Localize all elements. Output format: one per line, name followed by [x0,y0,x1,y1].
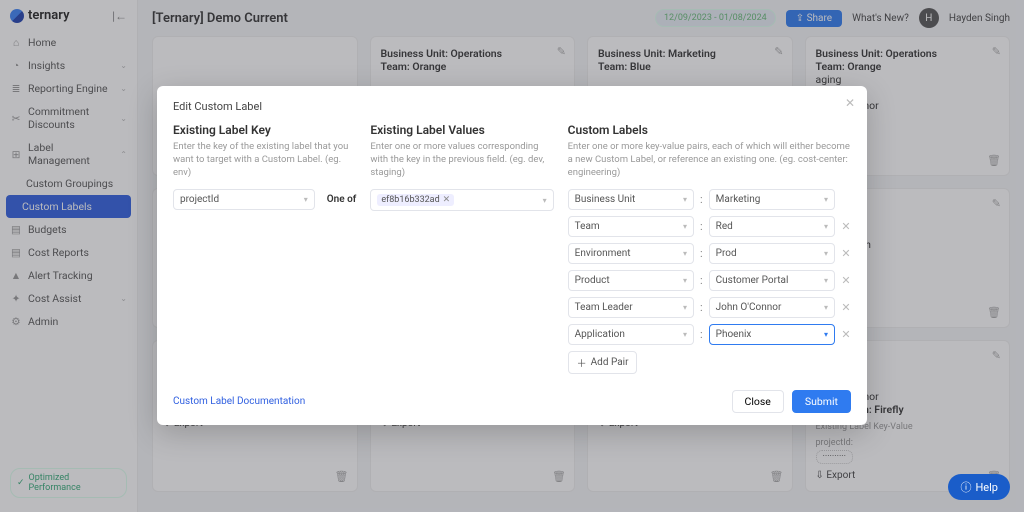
pair-value-select[interactable]: John O'Connor▾ [709,297,835,318]
chevron-down-icon: ▾ [824,195,828,204]
pair-value-select[interactable]: Phoenix▾ [709,324,835,345]
remove-pair-icon[interactable]: ✕ [841,220,851,233]
pair-key-select[interactable]: Product▾ [568,270,694,291]
modal-title: Edit Custom Label [173,100,851,113]
col-desc: Enter the key of the existing label that… [173,141,356,179]
col-heading: Existing Label Key [173,123,356,137]
remove-pair-icon[interactable]: ✕ [841,274,851,287]
pair-key-select[interactable]: Application▾ [568,324,694,345]
custom-labels-column: Custom Labels Enter one or more key-valu… [568,123,851,374]
tag-text: ef8b16b332ad [381,195,439,205]
chevron-down-icon: ▾ [824,276,828,285]
label-pair: Team▾:Red▾✕ [568,216,851,237]
chevron-down-icon: ▾ [683,303,687,312]
remove-pair-icon[interactable]: ✕ [841,328,851,341]
edit-custom-label-modal: Edit Custom Label ✕ Existing Label Key E… [157,86,867,425]
oneof-label: One of [327,194,357,205]
modal-overlay: Edit Custom Label ✕ Existing Label Key E… [0,0,1024,512]
label-pair: Application▾:Phoenix▾✕ [568,324,851,345]
chevron-down-icon: ▾ [824,249,828,258]
pair-key-select[interactable]: Team▾ [568,216,694,237]
label-key-select[interactable]: projectId ▾ [173,189,315,210]
label-pair: Product▾:Customer Portal▾✕ [568,270,851,291]
existing-key-column: Existing Label Key Enter the key of the … [173,123,356,374]
close-button[interactable]: Close [732,390,784,413]
pair-key-select[interactable]: Environment▾ [568,243,694,264]
chevron-down-icon: ▾ [683,330,687,339]
chevron-down-icon: ▾ [683,276,687,285]
chevron-down-icon: ▾ [824,222,828,231]
chevron-down-icon: ▾ [824,303,828,312]
label-pair: Team Leader▾:John O'Connor▾✕ [568,297,851,318]
existing-values-column: Existing Label Values Enter one or more … [370,123,553,374]
chevron-down-icon: ▾ [824,330,828,339]
label-values-select[interactable]: ef8b16b332ad ✕ ▾ [370,189,553,211]
label-pair: Business Unit▾:Marketing▾ [568,189,851,210]
chevron-down-icon: ▾ [304,195,308,204]
label-pair: Environment▾:Prod▾✕ [568,243,851,264]
chevron-down-icon: ▾ [683,249,687,258]
documentation-link[interactable]: Custom Label Documentation [173,396,305,407]
help-button[interactable]: ⓘ Help [948,474,1010,500]
col-desc: Enter one or more values corresponding w… [370,141,553,179]
col-heading: Custom Labels [568,123,851,137]
value-tag: ef8b16b332ad ✕ [377,194,454,206]
label-key-value: projectId [180,194,219,205]
col-desc: Enter one or more key-value pairs, each … [568,141,851,179]
remove-tag-icon[interactable]: ✕ [443,195,451,205]
pair-key-select[interactable]: Team Leader▾ [568,297,694,318]
col-heading: Existing Label Values [370,123,553,137]
add-pair-button[interactable]: ＋ Add Pair [568,351,638,374]
remove-pair-icon[interactable]: ✕ [841,301,851,314]
remove-pair-icon[interactable]: ✕ [841,247,851,260]
chevron-down-icon: ▾ [543,196,547,205]
pair-value-select[interactable]: Marketing▾ [709,189,835,210]
chevron-down-icon: ▾ [683,195,687,204]
pair-value-select[interactable]: Prod▾ [709,243,835,264]
chevron-down-icon: ▾ [683,222,687,231]
close-icon[interactable]: ✕ [845,96,855,110]
pair-value-select[interactable]: Red▾ [709,216,835,237]
pair-value-select[interactable]: Customer Portal▾ [709,270,835,291]
pair-key-select[interactable]: Business Unit▾ [568,189,694,210]
submit-button[interactable]: Submit [792,390,851,413]
